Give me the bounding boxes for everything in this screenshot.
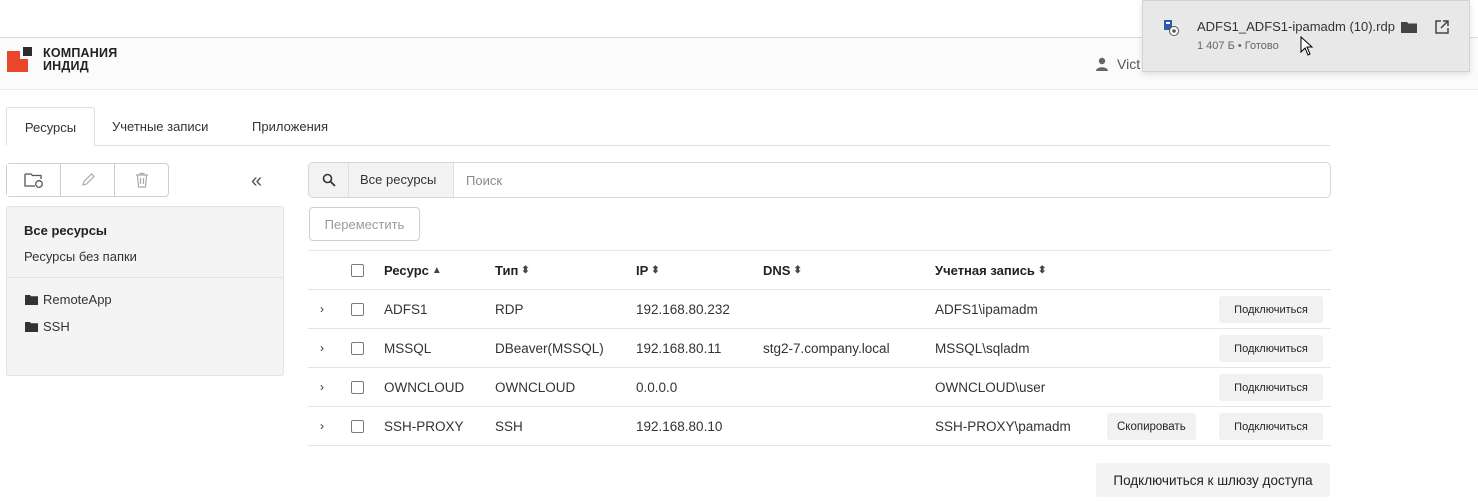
tab-accounts[interactable]: Учетные записи [112,107,208,146]
resources-table: Ресурс ▲ Тип ⬍ IP ⬍ DNS ⬍ Учетная запись ⬍ › … [308,250,1331,446]
tab-resources[interactable]: Ресурсы [6,107,95,146]
tab-applications[interactable]: Приложения [252,107,328,146]
cell-ip: 192.168.80.11 [636,341,722,356]
cell-type: OWNCLOUD [495,380,576,395]
folder-icon[interactable] [1401,20,1417,37]
logo-mark-icon [7,47,33,73]
company-logo[interactable]: КОМПАНИЯ ИНДИД [7,47,117,73]
download-meta: 1 407 Б • Готово [1197,40,1279,52]
logo-text: КОМПАНИЯ ИНДИД [43,47,117,73]
cell-resource: MSSQL [384,341,432,356]
header-ip-label: IP [636,263,649,278]
sort-icon: ⬍ [1037,265,1047,276]
row-checkbox[interactable] [351,381,364,394]
download-file-name[interactable]: ADFS1_ADFS1-ipamadm (10).rdp [1197,19,1395,34]
select-all-checkbox[interactable] [351,264,364,277]
user-name: Vict [1117,56,1141,72]
sort-icon: ⬍ [651,265,660,276]
folder-label: RemoteApp [43,292,112,307]
connect-gateway-button[interactable]: Подключиться к шлюзу доступа [1096,463,1330,497]
cell-account: MSSQL\sqladm [935,341,1030,356]
header-resource-label: Ресурс [384,263,429,278]
connect-button[interactable]: Подключиться [1219,374,1323,401]
edit-folder-button[interactable] [61,164,115,196]
cell-ip: 192.168.80.10 [636,419,723,434]
copy-button[interactable]: Скопировать [1107,413,1196,440]
cell-account: OWNCLOUD\user [935,380,1046,395]
cell-account: SSH-PROXY\pamadm [935,419,1071,434]
search-icon[interactable] [309,163,349,197]
connect-button[interactable]: Подключиться [1219,413,1323,440]
sidebar-item-all-resources[interactable]: Все ресурсы [24,223,107,238]
collapse-sidebar-icon[interactable]: « [251,170,262,193]
header-ip[interactable]: IP ⬍ [636,251,660,291]
header-type-label: Тип [495,263,519,278]
table-row: › SSH-PROXY SSH 192.168.80.10 SSH-PROXY\… [308,407,1331,446]
move-button[interactable]: Переместить [309,207,420,241]
sort-asc-icon: ▲ [431,265,442,276]
add-folder-icon [23,173,43,188]
expand-row-icon[interactable]: › [320,290,324,329]
sort-icon: ⬍ [521,265,530,276]
folder-icon [25,322,38,332]
user-icon [1096,57,1108,71]
user-menu[interactable]: Vict [1095,56,1140,72]
cell-type: DBeaver(MSSQL) [495,341,604,356]
folder-icon [25,295,38,305]
folder-label: SSH [43,319,70,334]
main-tabs: Ресурсы Учетные записи Приложения [6,107,1330,146]
header-resource[interactable]: Ресурс ▲ [384,251,442,291]
expand-row-icon[interactable]: › [320,329,324,368]
sort-icon: ⬍ [793,265,802,276]
connect-button[interactable]: Подключиться [1219,335,1323,362]
table-row: › OWNCLOUD OWNCLOUD 0.0.0.0 OWNCLOUD\use… [308,368,1331,407]
row-checkbox[interactable] [351,342,364,355]
row-checkbox[interactable] [351,303,364,316]
header-account[interactable]: Учетная запись ⬍ [935,251,1046,291]
search-scope-select[interactable]: Все ресурсы [349,163,454,197]
search-bar: Все ресурсы [308,162,1331,198]
header-type[interactable]: Тип ⬍ [495,251,530,291]
trash-icon [135,172,148,188]
table-header: Ресурс ▲ Тип ⬍ IP ⬍ DNS ⬍ Учетная запись ⬍ [308,250,1331,290]
pencil-icon [81,173,95,186]
logo-line-2: ИНДИД [43,59,89,73]
cell-ip: 0.0.0.0 [636,380,678,395]
cell-type: RDP [495,302,524,317]
sidebar-folder-remoteapp[interactable]: RemoteApp [25,292,112,307]
table-row: › ADFS1 RDP 192.168.80.232 ADFS1\ipamadm… [308,290,1331,329]
sidebar-divider [7,277,283,278]
add-folder-button[interactable] [7,164,61,196]
cell-resource: ADFS1 [384,302,428,317]
expand-row-icon[interactable]: › [320,407,324,446]
cell-resource: SSH-PROXY [384,419,464,434]
mouse-cursor-icon [1300,35,1314,59]
sidebar-folder-ssh[interactable]: SSH [25,319,70,334]
rdp-file-icon [1163,19,1181,40]
connect-button[interactable]: Подключиться [1219,296,1323,323]
search-input[interactable] [456,164,1316,196]
cell-dns: stg2-7.company.local [763,341,890,356]
header-dns[interactable]: DNS ⬍ [763,251,802,291]
cell-type: SSH [495,419,523,434]
row-checkbox[interactable] [351,420,364,433]
header-dns-label: DNS [763,263,791,278]
cell-account: ADFS1\ipamadm [935,302,1038,317]
cell-ip: 192.168.80.232 [636,302,730,317]
table-row: › MSSQL DBeaver(MSSQL) 192.168.80.11 stg… [308,329,1331,368]
folders-sidebar: Все ресурсы Ресурсы без папки RemoteApp … [6,206,284,376]
open-external-icon[interactable] [1435,20,1449,37]
header-account-label: Учетная запись [935,263,1035,278]
expand-row-icon[interactable]: › [320,368,324,407]
cell-resource: OWNCLOUD [384,380,465,395]
folder-toolbar [6,163,169,197]
delete-folder-button[interactable] [115,164,168,196]
sidebar-item-no-folder[interactable]: Ресурсы без папки [24,249,137,264]
